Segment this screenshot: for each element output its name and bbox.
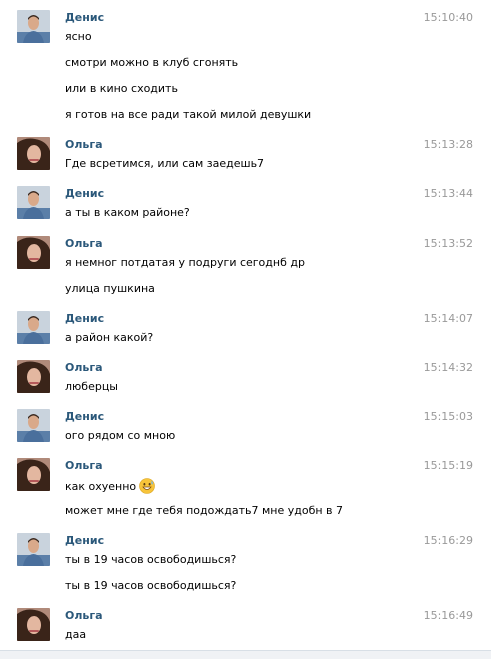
message-author[interactable]: Ольга bbox=[65, 237, 103, 250]
message-text: Где всретимся, или сам заедешь7 bbox=[65, 157, 265, 170]
message-text: я немног потдатая у подруги сегоднб др bbox=[65, 256, 305, 269]
message-author[interactable]: Денис bbox=[65, 187, 104, 200]
message-author[interactable]: Ольга bbox=[65, 459, 103, 472]
message-text: ясно bbox=[65, 30, 92, 43]
message-author[interactable]: Ольга bbox=[65, 361, 103, 374]
message-timestamp: 15:16:49 bbox=[423, 609, 473, 622]
message-timestamp: 15:10:40 bbox=[423, 11, 473, 24]
chat-log: Денис 15:10:40 ясно смотри можно в клуб … bbox=[0, 0, 491, 650]
message-text: а район какой? bbox=[65, 331, 154, 344]
message-timestamp: 15:13:44 bbox=[423, 187, 473, 200]
message-text: даа bbox=[65, 628, 87, 641]
avatar-denis[interactable] bbox=[17, 10, 50, 43]
message-text: ты в 19 часов освободишься? bbox=[65, 579, 237, 592]
grinning-sweat-emoji-icon bbox=[139, 478, 155, 494]
avatar-denis[interactable] bbox=[17, 311, 50, 344]
message-timestamp: 15:14:07 bbox=[423, 312, 473, 325]
avatar-denis[interactable] bbox=[17, 186, 50, 219]
message-text: как охуенно bbox=[65, 480, 137, 493]
message-text: смотри можно в клуб сгонять bbox=[65, 56, 239, 69]
avatar-olga[interactable] bbox=[17, 608, 50, 641]
message-author[interactable]: Ольга bbox=[65, 138, 103, 151]
message-text: я готов на все ради такой милой девушки bbox=[65, 108, 312, 121]
message-author[interactable]: Денис bbox=[65, 410, 104, 423]
message-timestamp: 15:13:28 bbox=[423, 138, 473, 151]
message-text: может мне где тебя подождать7 мне удобн … bbox=[65, 504, 344, 517]
message-timestamp: 15:14:32 bbox=[423, 361, 473, 374]
avatar-denis[interactable] bbox=[17, 533, 50, 566]
message-text: или в кино сходить bbox=[65, 82, 178, 95]
message-timestamp: 15:13:52 bbox=[423, 237, 473, 250]
avatar-olga[interactable] bbox=[17, 360, 50, 393]
message-author[interactable]: Денис bbox=[65, 534, 104, 547]
message-text: а ты в каком районе? bbox=[65, 206, 190, 219]
message-text: улица пушкина bbox=[65, 282, 155, 295]
message-timestamp: 15:16:29 bbox=[423, 534, 473, 547]
message-author[interactable]: Ольга bbox=[65, 609, 103, 622]
message-text: ого рядом со мною bbox=[65, 429, 176, 442]
avatar-olga[interactable] bbox=[17, 236, 50, 269]
message-text-with-emoji: как охуенно bbox=[65, 478, 155, 494]
message-timestamp: 15:15:19 bbox=[423, 459, 473, 472]
avatar-denis[interactable] bbox=[17, 409, 50, 442]
avatar-olga[interactable] bbox=[17, 458, 50, 491]
avatar-olga[interactable] bbox=[17, 137, 50, 170]
message-text: люберцы bbox=[65, 380, 118, 393]
message-author[interactable]: Денис bbox=[65, 11, 104, 24]
message-timestamp: 15:15:03 bbox=[423, 410, 473, 423]
message-text: ты в 19 часов освободишься? bbox=[65, 553, 237, 566]
message-author[interactable]: Денис bbox=[65, 312, 104, 325]
